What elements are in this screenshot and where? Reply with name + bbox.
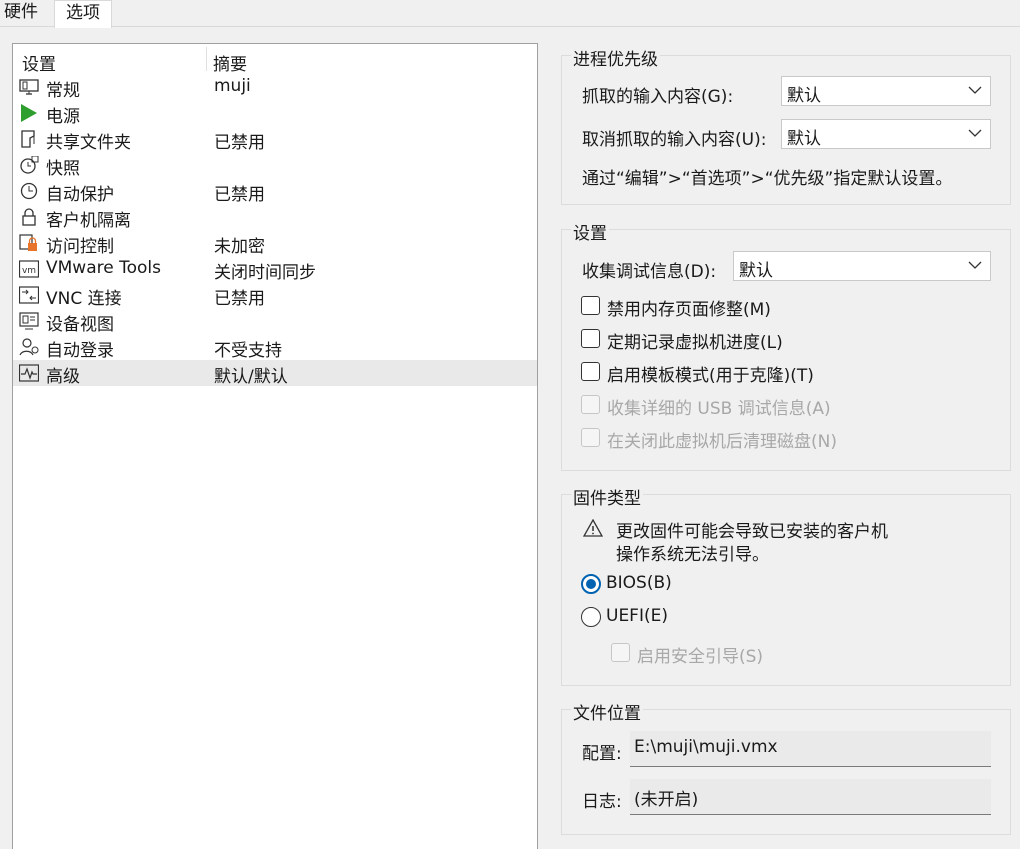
tab-hardware[interactable]: 硬件 xyxy=(0,0,42,26)
chevron-down-icon xyxy=(968,129,982,137)
svg-text:vm: vm xyxy=(22,266,36,276)
uefi-radio[interactable] xyxy=(581,607,601,627)
list-header: 设置 摘要 xyxy=(13,44,537,75)
bios-label[interactable]: BIOS(B) xyxy=(606,573,672,593)
vmware-tools-icon: vm xyxy=(19,260,39,278)
config-label: 配置: xyxy=(582,744,622,764)
grabbed-input-label: 抓取的输入内容(G): xyxy=(582,87,734,107)
secure-boot-checkbox xyxy=(611,643,630,662)
list-item-label: 自动登录 xyxy=(46,341,114,361)
list-item-device-view[interactable]: 设备视图 xyxy=(13,308,537,335)
firmware-warning-line1: 更改固件可能会导致已安装的客户机 xyxy=(616,522,888,542)
debug-info-select[interactable]: 默认 xyxy=(733,251,991,281)
list-item-label: 共享文件夹 xyxy=(46,133,131,153)
list-item-isolation[interactable]: 客户机隔离 xyxy=(13,204,537,231)
list-item-label: VMware Tools xyxy=(46,258,161,278)
list-item-summary: 关闭时间同步 xyxy=(214,263,316,283)
grabbed-input-value: 默认 xyxy=(787,86,821,106)
list-item-summary: 已禁用 xyxy=(214,185,265,205)
process-priority-title: 进程优先级 xyxy=(571,45,660,70)
autoprotect-clock-icon xyxy=(20,182,38,200)
usb-debug-label: 收集详细的 USB 调试信息(A) xyxy=(607,399,831,419)
device-view-icon xyxy=(19,312,39,330)
vnc-icon xyxy=(19,286,39,304)
file-location-title: 文件位置 xyxy=(571,699,643,724)
list-item-label: 客户机隔离 xyxy=(46,211,131,231)
tab-options[interactable]: 选项 xyxy=(54,0,112,28)
usb-debug-checkbox xyxy=(581,395,600,414)
list-item-label: 访问控制 xyxy=(46,237,114,257)
ungrabbed-input-select[interactable]: 默认 xyxy=(781,119,991,149)
autologin-user-icon xyxy=(19,338,39,356)
column-header-setting[interactable]: 设置 xyxy=(22,50,56,75)
list-item-label: 常规 xyxy=(46,81,80,101)
list-item-summary: 不受支持 xyxy=(214,341,282,361)
list-item-autologin[interactable]: 自动登录 不受支持 xyxy=(13,334,537,361)
list-item-autoprotect[interactable]: 自动保护 已禁用 xyxy=(13,178,537,205)
list-item-vnc[interactable]: VNC 连接 已禁用 xyxy=(13,282,537,309)
disable-page-trimming-checkbox[interactable] xyxy=(581,296,600,315)
list-item-shared-folders[interactable]: 共享文件夹 已禁用 xyxy=(13,126,537,153)
list-item-summary: 未加密 xyxy=(214,237,265,257)
config-path-value: E:\muji\muji.vmx xyxy=(634,737,778,757)
uefi-label[interactable]: UEFI(E) xyxy=(606,606,668,626)
log-path-field[interactable]: (未开启) xyxy=(630,779,991,815)
list-item-label: 电源 xyxy=(46,107,80,127)
firmware-title: 固件类型 xyxy=(571,484,643,509)
chevron-down-icon xyxy=(968,261,982,269)
list-item-label: VNC 连接 xyxy=(46,289,122,309)
firmware-warning-line2: 操作系统无法引导。 xyxy=(616,545,769,565)
template-mode-label[interactable]: 启用模板模式(用于克隆)(T) xyxy=(607,361,814,386)
ungrabbed-input-label: 取消抓取的输入内容(U): xyxy=(582,130,767,150)
ungrabbed-input-value: 默认 xyxy=(787,129,821,149)
list-item-snapshots[interactable]: 快照 xyxy=(13,152,537,179)
list-item-power[interactable]: 电源 xyxy=(13,100,537,127)
chevron-down-icon xyxy=(968,86,982,94)
column-separator[interactable] xyxy=(206,47,207,71)
list-item-advanced[interactable]: 高级 默认/默认 xyxy=(13,360,537,387)
clean-disk-checkbox xyxy=(581,428,600,447)
config-path-field[interactable]: E:\muji\muji.vmx xyxy=(630,731,991,767)
priority-hint: 通过“编辑”>“首选项”>“优先级”指定默认设置。 xyxy=(582,169,953,189)
list-item-summary: 已禁用 xyxy=(214,133,265,153)
list-item-label: 高级 xyxy=(46,367,80,387)
access-control-lock-icon xyxy=(19,234,37,251)
list-item-label: 设备视图 xyxy=(46,315,114,335)
shared-folder-icon xyxy=(21,130,35,148)
log-path-value: (未开启) xyxy=(634,790,699,810)
warning-icon xyxy=(583,519,603,537)
template-mode-checkbox[interactable] xyxy=(581,362,600,381)
debug-info-value: 默认 xyxy=(739,261,773,281)
log-progress-label[interactable]: 定期记录虚拟机进度(L) xyxy=(607,328,783,353)
log-label: 日志: xyxy=(582,792,622,812)
secure-boot-label: 启用安全引导(S) xyxy=(637,647,764,667)
list-item-summary: 已禁用 xyxy=(214,289,265,309)
file-location-group xyxy=(561,709,1011,835)
disable-page-trimming-label[interactable]: 禁用内存页面修整(M) xyxy=(607,295,771,320)
monitor-icon xyxy=(19,79,39,95)
advanced-pulse-icon xyxy=(19,364,39,382)
list-item-vmware-tools[interactable]: vm VMware Tools 关闭时间同步 xyxy=(13,256,537,283)
tab-bar: 硬件 选项 xyxy=(0,0,1020,28)
debug-info-label: 收集调试信息(D): xyxy=(582,262,717,282)
snapshot-clock-icon xyxy=(20,156,39,174)
log-progress-checkbox[interactable] xyxy=(581,329,600,348)
list-item-summary: muji xyxy=(214,76,251,96)
power-play-icon xyxy=(21,104,37,122)
list-item-label: 自动保护 xyxy=(46,185,114,205)
bios-radio[interactable] xyxy=(581,574,601,594)
settings-list: 设置 摘要 常规 muji 电源 共享文件夹 已禁用 快照 自动保护 已禁用 客… xyxy=(12,43,538,849)
list-item-label: 快照 xyxy=(46,159,80,179)
list-item-access-control[interactable]: 访问控制 未加密 xyxy=(13,230,537,257)
column-header-summary[interactable]: 摘要 xyxy=(213,50,247,75)
lock-icon xyxy=(22,208,36,226)
grabbed-input-select[interactable]: 默认 xyxy=(781,76,991,106)
list-item-general[interactable]: 常规 muji xyxy=(13,74,537,101)
settings-title: 设置 xyxy=(571,219,609,244)
list-item-summary: 默认/默认 xyxy=(214,367,288,387)
clean-disk-label: 在关闭此虚拟机后清理磁盘(N) xyxy=(607,432,837,452)
